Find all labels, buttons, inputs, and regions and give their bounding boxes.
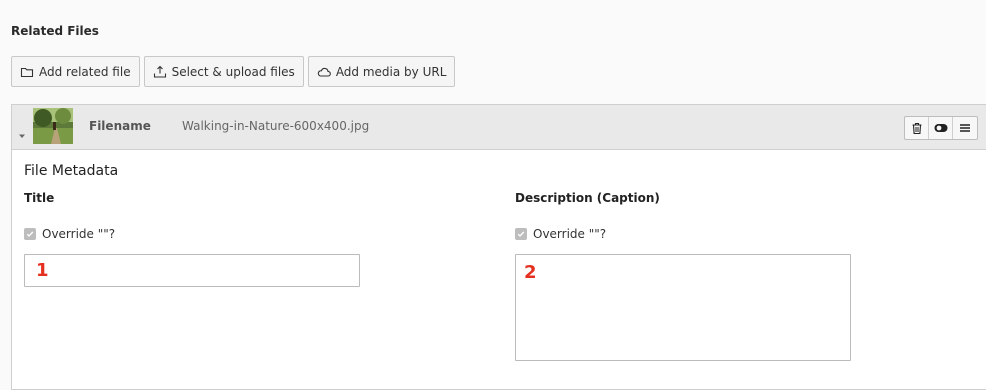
add-related-file-button[interactable]: Add related file [11,56,140,87]
description-override-checkbox[interactable] [515,228,527,240]
select-upload-files-button[interactable]: Select & upload files [143,56,304,87]
select-upload-files-label: Select & upload files [171,64,295,79]
upload-icon [153,65,167,79]
trash-icon[interactable] [905,117,929,139]
add-media-by-url-button[interactable]: Add media by URL [307,56,456,87]
file-metadata-heading: File Metadata [24,163,119,179]
add-related-file-label: Add related file [39,64,131,79]
cloud-icon [317,65,331,79]
description-textarea[interactable] [515,254,851,361]
filename-label: Filename [89,119,151,133]
description-override-label: Override ""? [533,227,607,241]
file-reference-header[interactable]: Filename Walking-in-Nature-600x400.jpg [12,105,986,150]
description-override[interactable]: Override ""? [515,227,606,241]
description-label: Description (Caption) [515,191,660,205]
file-toolbar: Add related file Select & upload files A… [11,56,456,87]
file-reference-panel: Filename Walking-in-Nature-600x400.jpg F… [11,104,986,390]
annotation-marker-1: 1 [36,260,49,281]
title-override-checkbox[interactable] [24,228,36,240]
toggle-icon[interactable] [929,117,953,139]
filename-value: Walking-in-Nature-600x400.jpg [182,119,370,133]
hamburger-icon[interactable] [953,117,977,139]
annotation-marker-2: 2 [524,262,537,283]
folder-icon [20,65,34,79]
file-thumbnail [33,108,73,144]
title-input[interactable] [24,254,360,287]
add-media-by-url-label: Add media by URL [335,64,447,79]
title-override-label: Override ""? [42,227,116,241]
caret-down-icon[interactable] [18,125,26,138]
file-actions [904,116,978,140]
title-override[interactable]: Override ""? [24,227,115,241]
title-label: Title [24,191,55,205]
section-title: Related Files [11,24,99,38]
